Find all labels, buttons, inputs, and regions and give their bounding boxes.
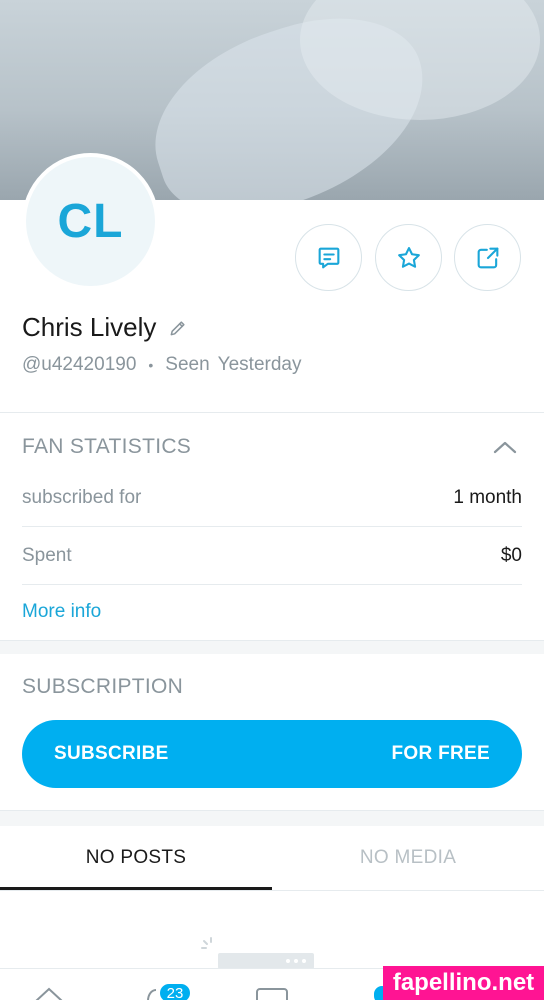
profile-name-row: Chris Lively <box>22 312 188 343</box>
seen-time: Yesterday <box>217 354 302 375</box>
seen-label: Seen <box>165 354 210 375</box>
section-gap <box>0 640 544 654</box>
divider <box>0 810 544 811</box>
share-button[interactable] <box>454 224 521 291</box>
avatar-initials: CL <box>57 195 124 248</box>
divider <box>0 640 544 641</box>
profile-name: Chris Lively <box>22 312 157 342</box>
message-icon <box>318 247 339 268</box>
watermark: fapellino.net <box>383 966 544 1000</box>
share-icon <box>477 247 498 268</box>
more-info-link[interactable]: More info <box>22 601 101 623</box>
separator-dot: • <box>148 357 154 373</box>
tab-posts[interactable]: NO POSTS <box>0 826 272 890</box>
stat-row-spent: Spent $0 <box>22 527 522 585</box>
stat-value: $0 <box>500 545 522 566</box>
stat-label: subscribed for <box>22 487 142 508</box>
pencil-icon[interactable] <box>168 318 188 338</box>
content-tabs: NO POSTS NO MEDIA <box>0 826 544 890</box>
subscribe-label: SUBSCRIBE <box>54 743 169 764</box>
fan-statistics-title: FAN STATISTICS <box>22 435 192 458</box>
subscribe-button[interactable]: SUBSCRIBE FOR FREE <box>22 720 522 788</box>
loading-placeholder <box>218 953 314 969</box>
chevron-up-icon[interactable] <box>492 437 518 457</box>
section-gap <box>0 810 544 826</box>
tab-media[interactable]: NO MEDIA <box>272 826 544 890</box>
subscribe-price: FOR FREE <box>391 743 490 764</box>
notifications-badge: 23 <box>158 982 192 1000</box>
stat-row-subscribed: subscribed for 1 month <box>22 469 522 527</box>
stat-value: 1 month <box>453 487 522 508</box>
profile-meta: @u42420190 • Seen Yesterday <box>22 354 301 376</box>
favorite-button[interactable] <box>375 224 442 291</box>
subscription-title: SUBSCRIPTION <box>22 675 184 698</box>
star-icon <box>397 246 420 268</box>
add-post-icon[interactable] <box>255 985 289 1000</box>
divider <box>0 412 544 413</box>
avatar[interactable]: CL <box>22 153 159 290</box>
divider <box>22 584 522 585</box>
message-button[interactable] <box>295 224 362 291</box>
divider <box>0 890 544 891</box>
home-icon[interactable] <box>34 985 64 1000</box>
stat-label: Spent <box>22 545 72 566</box>
username: @u42420190 <box>22 354 137 375</box>
